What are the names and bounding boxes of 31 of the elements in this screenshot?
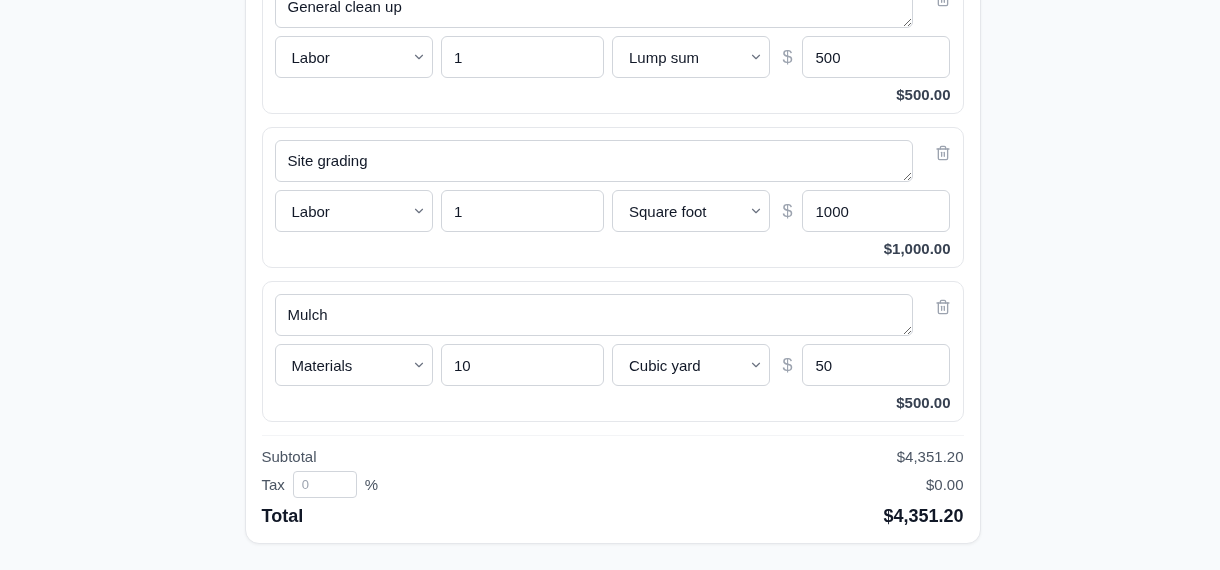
currency-label: $ (782, 46, 793, 68)
dropdown[interactable]: Cubic yard (612, 344, 771, 386)
dropdown[interactable]: Labor (274, 190, 433, 232)
line-total: $1,000.00 (883, 240, 951, 257)
rate-field[interactable]: 50 (802, 344, 951, 386)
quantity-field[interactable]: 1 (441, 190, 604, 232)
total-label: Total (261, 506, 304, 527)
line-total: $500.00 (896, 394, 951, 411)
percent-label: % (364, 476, 379, 493)
quantity-field[interactable]: 1 (441, 36, 604, 78)
rate-field[interactable]: 500 (802, 36, 951, 78)
subtotal-value: $4,351.20 (896, 448, 964, 465)
dropdown[interactable]: Materials (274, 344, 433, 386)
rate-field[interactable]: 1000 (802, 190, 951, 232)
tax-field[interactable]: 0 (292, 471, 357, 498)
quantity-field[interactable]: 10 (441, 344, 604, 386)
dropdown[interactable]: Square foot (612, 190, 771, 232)
description-field[interactable]: Site grading (274, 140, 913, 182)
total-value: $4,351.20 (883, 506, 964, 527)
subtotal-label: Subtotal (261, 448, 317, 465)
description-field[interactable]: Mulch (274, 294, 913, 336)
line-total: $500.00 (896, 86, 951, 103)
tax-value: $0.00 (925, 476, 964, 493)
currency-label: $ (782, 354, 793, 376)
description-field[interactable]: General clean up (274, 0, 913, 28)
dropdown[interactable]: Labor (274, 36, 433, 78)
trash-icon[interactable] (934, 299, 951, 315)
tax-label: Tax (261, 476, 285, 493)
dropdown[interactable]: Lump sum (612, 36, 771, 78)
trash-icon[interactable] (934, 145, 951, 161)
currency-label: $ (782, 200, 793, 222)
